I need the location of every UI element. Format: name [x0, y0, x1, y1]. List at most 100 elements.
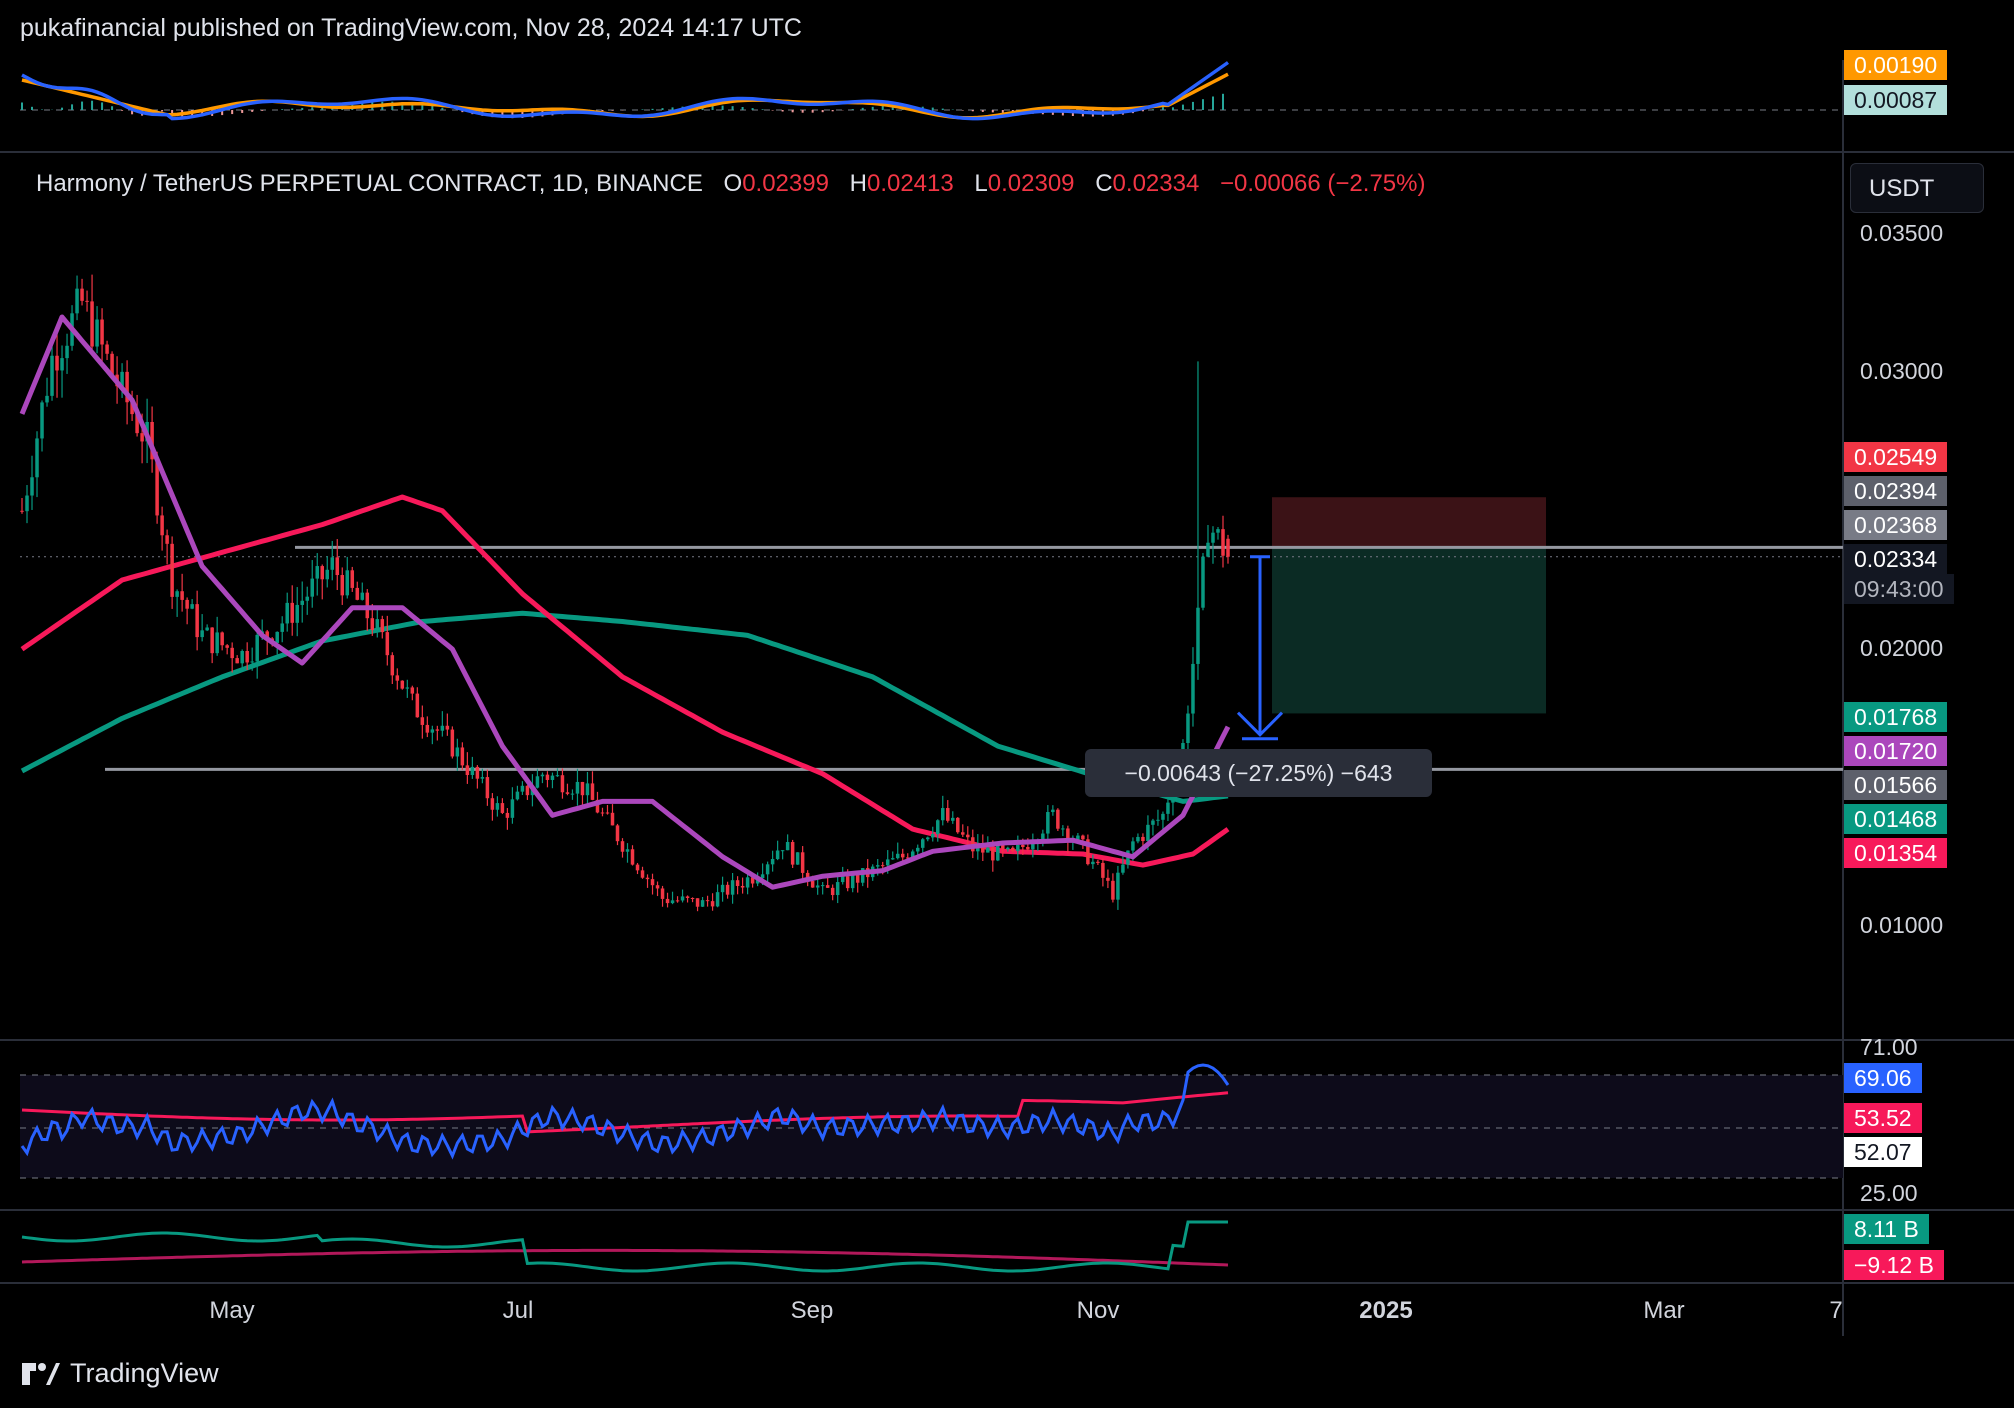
candle — [490, 793, 495, 821]
candle — [946, 800, 950, 823]
candle — [170, 536, 174, 609]
candle — [350, 566, 355, 592]
time-axis-label: Jul — [502, 1297, 534, 1324]
tradingview-logo[interactable]: TradingView — [22, 1358, 219, 1389]
candle — [660, 885, 665, 907]
rsi-badge: 52.07 — [1844, 1137, 1922, 1167]
candle — [65, 333, 69, 374]
candle — [175, 589, 179, 617]
candle — [225, 644, 229, 655]
ma-green-line — [20, 610, 1229, 804]
price-badge: 0.02549 — [1844, 442, 1948, 472]
candle — [435, 725, 440, 741]
ma-red-line — [20, 494, 1230, 868]
candle — [105, 340, 109, 361]
candle — [645, 874, 650, 888]
candle — [1111, 873, 1115, 903]
candle — [620, 838, 625, 858]
candle — [565, 783, 570, 796]
candle — [740, 877, 745, 894]
price-chart[interactable] — [0, 0, 2014, 1408]
tradingview-logo-icon — [22, 1362, 60, 1385]
candle — [235, 655, 239, 664]
candle — [961, 824, 965, 838]
candle — [1156, 809, 1160, 826]
price-tick-label: 0.03000 — [1860, 358, 1944, 385]
candle — [725, 881, 730, 899]
candle — [40, 400, 44, 452]
candle — [215, 616, 219, 656]
candle — [936, 819, 940, 842]
candle — [1201, 552, 1205, 611]
currency-button[interactable]: USDT — [1850, 163, 1984, 213]
candle — [635, 862, 640, 875]
candle — [640, 866, 645, 879]
candle — [540, 772, 545, 784]
candle — [210, 627, 214, 664]
candle — [820, 882, 825, 895]
candle — [495, 796, 500, 817]
candle — [515, 785, 520, 801]
candle — [50, 342, 54, 401]
candle — [485, 769, 490, 806]
time-axis-label: Sep — [790, 1297, 834, 1324]
candle — [615, 823, 620, 846]
price-badge: 0.02368 — [1844, 510, 1948, 540]
candle — [625, 843, 630, 863]
candle — [450, 726, 455, 759]
candle — [790, 839, 795, 868]
high-label: H — [849, 170, 867, 197]
candle — [735, 876, 740, 895]
take-profit-zone — [1272, 547, 1546, 714]
candle — [675, 896, 680, 903]
candle — [160, 506, 164, 551]
time-axis-label: Nov — [1076, 1297, 1120, 1324]
candle — [700, 897, 705, 908]
candle — [385, 615, 390, 666]
candle — [55, 329, 59, 398]
candle — [455, 738, 460, 771]
candle — [665, 892, 670, 908]
candle — [605, 805, 610, 815]
candle — [165, 529, 169, 565]
candle — [895, 842, 900, 860]
close-label: C — [1095, 170, 1113, 197]
candle — [510, 787, 515, 824]
candle — [1221, 515, 1225, 568]
candle — [295, 587, 299, 637]
candle — [580, 781, 585, 807]
candle — [230, 642, 234, 673]
candle — [780, 850, 785, 860]
candle — [405, 679, 410, 698]
candle — [971, 829, 975, 859]
volume-osc-line — [21, 1220, 1228, 1273]
price-badge: 0.01566 — [1844, 770, 1948, 800]
candle — [360, 582, 365, 601]
candle — [220, 631, 224, 651]
candle — [931, 826, 935, 842]
candle — [395, 668, 400, 690]
candle — [75, 275, 79, 321]
time-axis-label: 2025 — [1359, 1297, 1413, 1324]
candle — [415, 687, 420, 718]
candle — [1116, 865, 1120, 910]
candle — [730, 873, 735, 904]
candle — [685, 895, 690, 903]
candle — [1056, 808, 1060, 831]
candle — [425, 716, 430, 738]
candle — [710, 893, 715, 911]
candle — [525, 785, 530, 800]
candle — [470, 756, 475, 779]
price-badge: 0.01768 — [1844, 702, 1948, 732]
candle — [545, 771, 550, 788]
candle — [650, 873, 655, 895]
candle — [320, 564, 325, 600]
candle — [90, 274, 94, 354]
price-badge: 0.01720 — [1844, 736, 1948, 766]
candle — [690, 897, 695, 903]
candle — [1086, 834, 1090, 866]
candle — [190, 599, 194, 610]
time-axis-label: Mar — [1643, 1297, 1685, 1324]
candle — [1101, 858, 1105, 887]
candle — [715, 884, 720, 908]
